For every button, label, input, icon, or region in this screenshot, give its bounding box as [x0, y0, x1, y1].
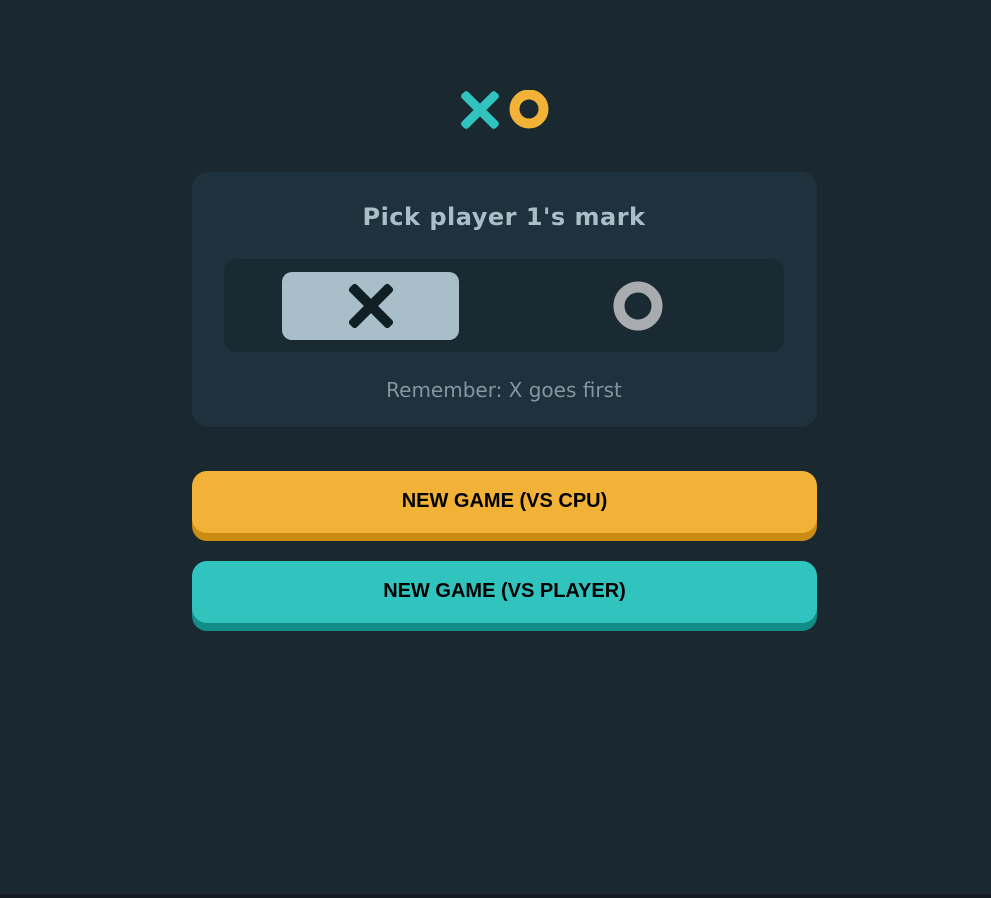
picker-title: Pick player 1's mark — [362, 203, 646, 231]
new-game-vs-cpu-button[interactable]: NEW GAME (VS CPU) — [192, 471, 817, 533]
reminder-text: Remember: X goes first — [386, 378, 622, 402]
new-game-vs-player-button[interactable]: NEW GAME (VS PLAYER) — [192, 561, 817, 623]
start-menu: Pick player 1's mark Remember: X goes fi… — [0, 0, 991, 898]
o-mark-icon — [613, 281, 662, 331]
x-mark-icon — [348, 283, 393, 329]
game-logo — [460, 90, 550, 130]
mark-option-o[interactable] — [549, 272, 726, 340]
o-mark-icon — [509, 90, 549, 129]
mark-option-x[interactable] — [282, 272, 459, 340]
bottom-divider — [0, 894, 991, 898]
x-mark-icon — [461, 91, 499, 129]
